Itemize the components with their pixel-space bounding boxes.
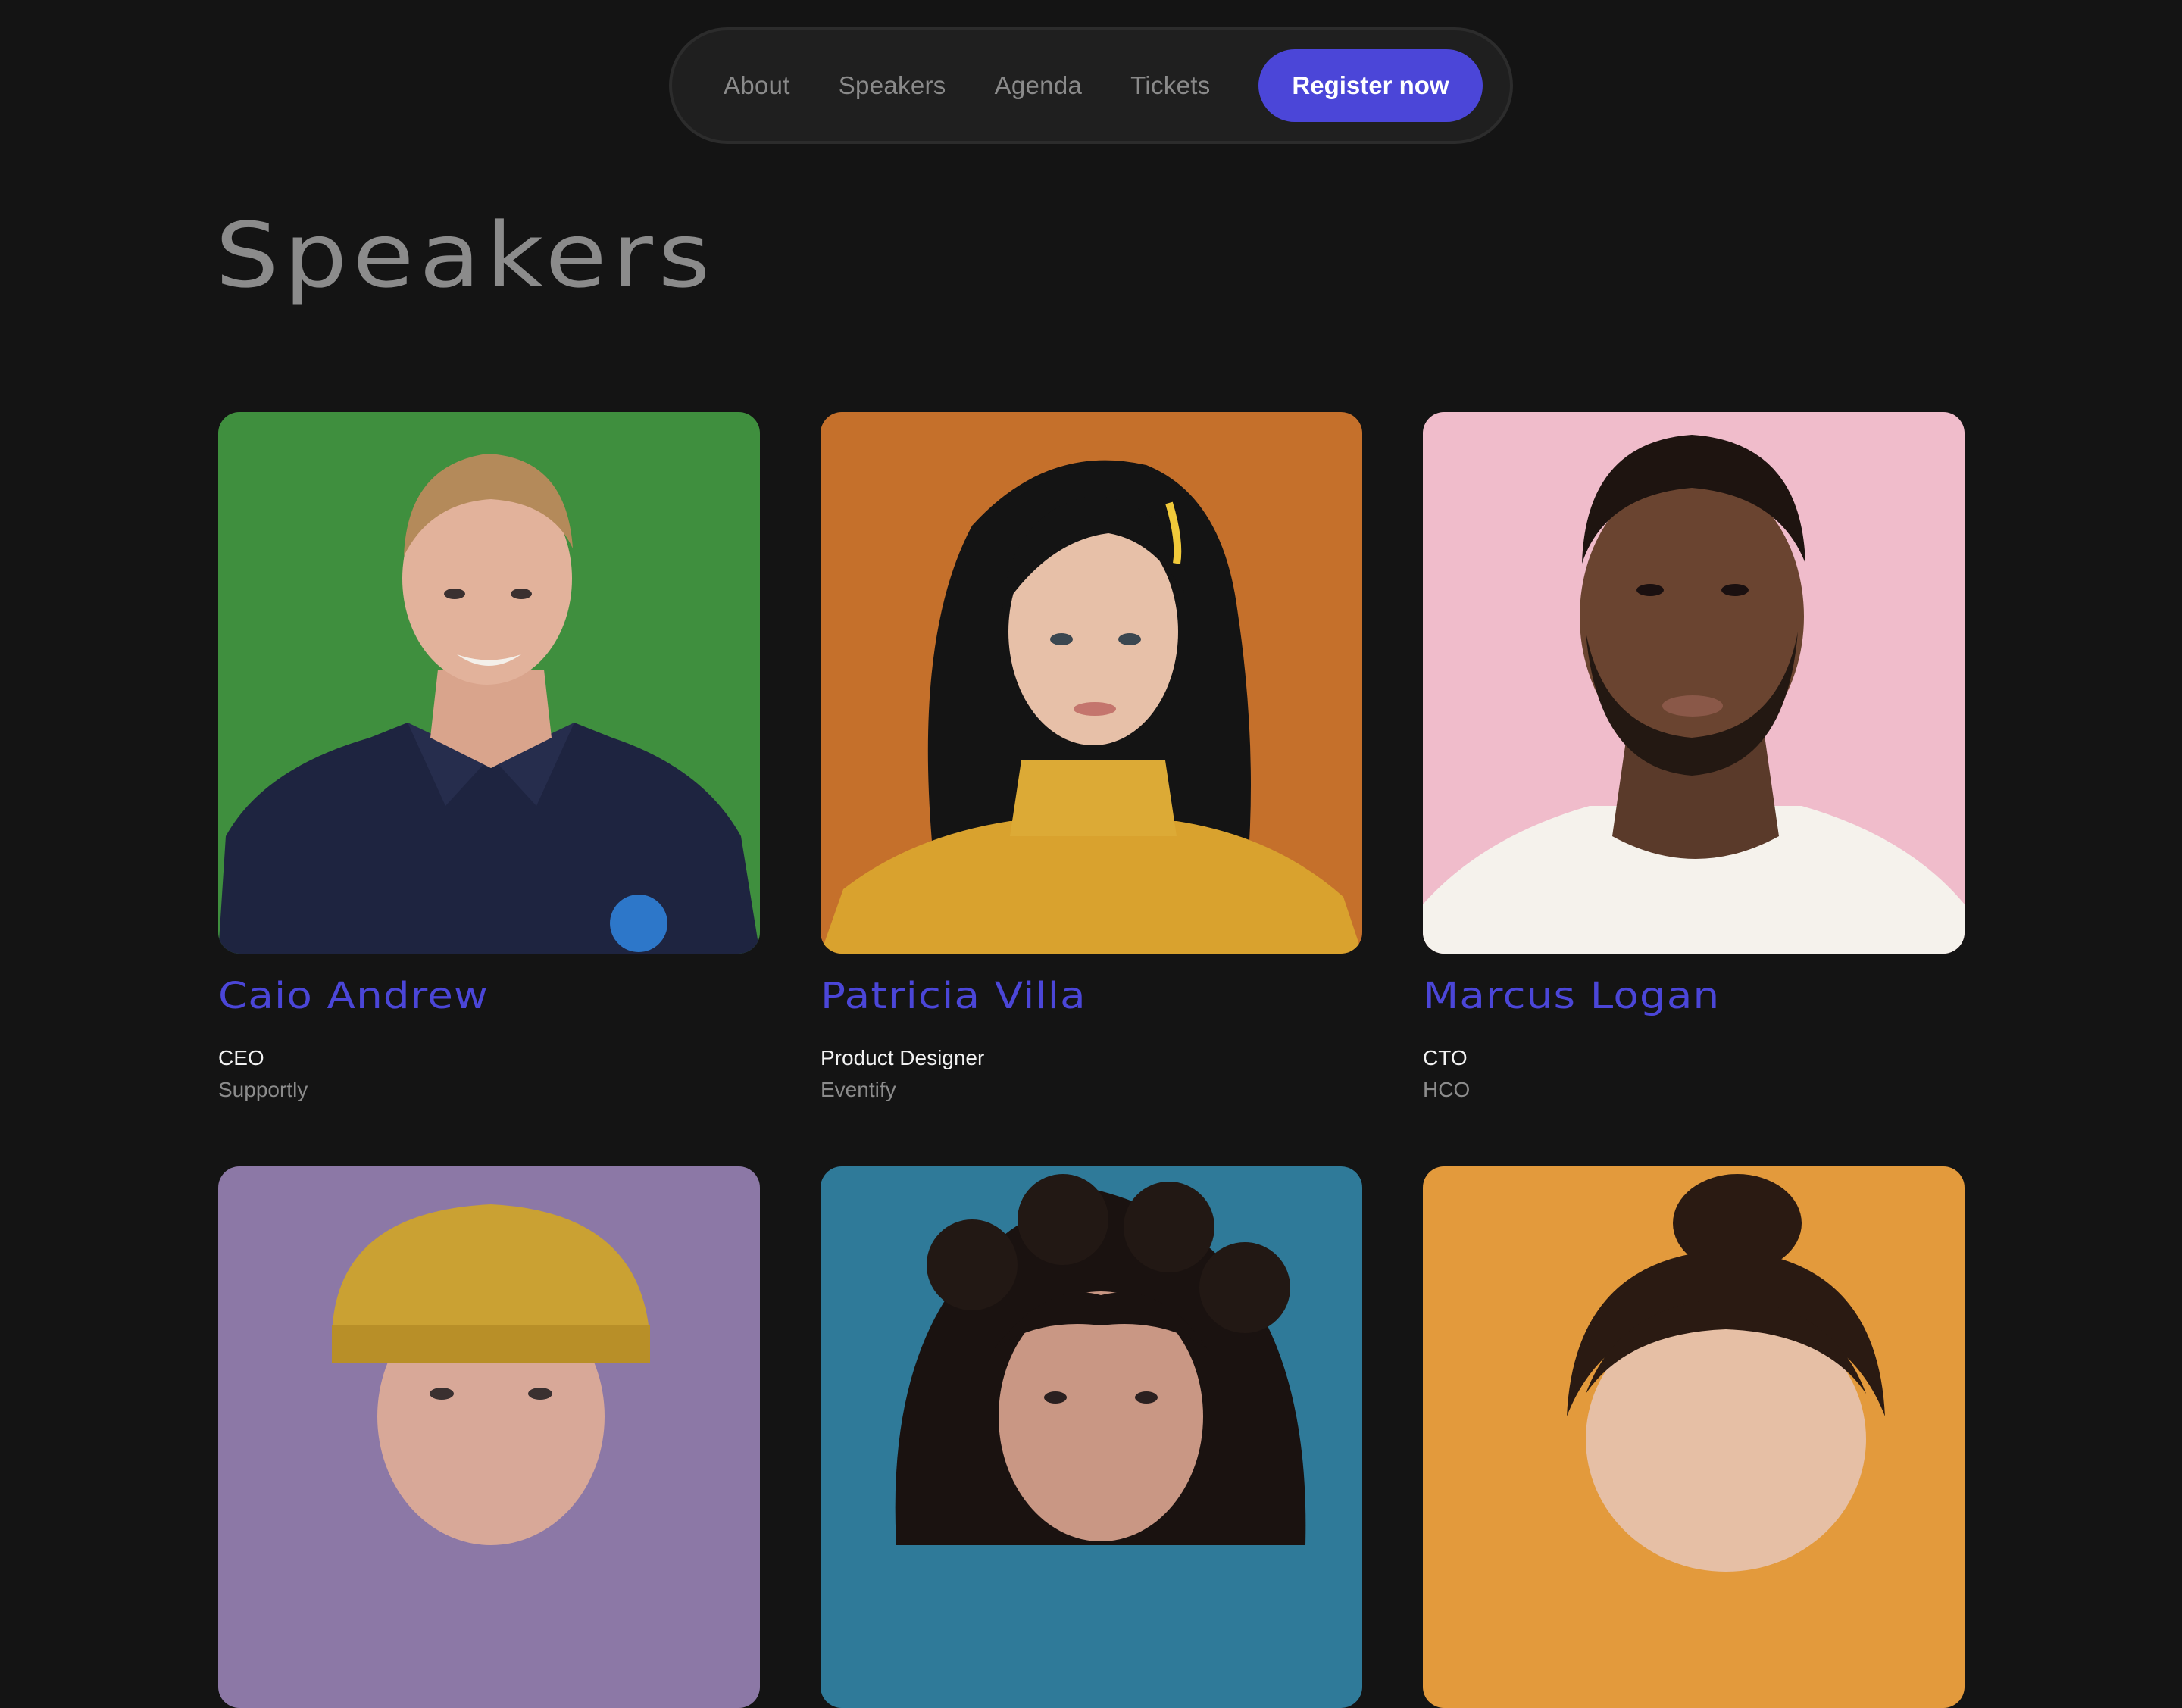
speakers-grid: Caio Andrew CEO Supportly Patricia Villa… bbox=[218, 412, 1965, 1708]
speaker-company: Supportly bbox=[218, 1078, 308, 1101]
speaker-photo bbox=[1423, 412, 1965, 954]
speaker-card[interactable]: Marcus Logan CTO HCO bbox=[1423, 412, 1965, 1166]
speaker-photo bbox=[218, 1166, 760, 1708]
register-now-button[interactable]: Register now bbox=[1258, 49, 1483, 122]
speaker-photo bbox=[1423, 1166, 1965, 1708]
speaker-photo bbox=[218, 412, 760, 954]
header: About Speakers Agenda Tickets Register n… bbox=[0, 0, 2182, 151]
speaker-name[interactable]: Marcus Logan bbox=[1423, 975, 2040, 1017]
page-title: Speakers bbox=[215, 203, 716, 308]
speaker-photo bbox=[821, 1166, 1362, 1708]
speaker-card[interactable]: Patricia Villa Product Designer Eventify bbox=[821, 412, 1362, 1166]
speaker-company: Eventify bbox=[821, 1078, 896, 1101]
speaker-name[interactable]: Caio Andrew bbox=[218, 975, 836, 1017]
speaker-role: CTO bbox=[1423, 1046, 1468, 1069]
nav-link-speakers[interactable]: Speakers bbox=[839, 71, 946, 100]
speaker-card[interactable] bbox=[1423, 1166, 1965, 1708]
speaker-photo bbox=[821, 412, 1362, 954]
top-nav: About Speakers Agenda Tickets Register n… bbox=[669, 27, 1513, 144]
speaker-role: CEO bbox=[218, 1046, 264, 1069]
speaker-role: Product Designer bbox=[821, 1046, 985, 1069]
nav-link-tickets[interactable]: Tickets bbox=[1130, 71, 1210, 100]
speaker-card[interactable]: Caio Andrew CEO Supportly bbox=[218, 412, 760, 1166]
nav-link-agenda[interactable]: Agenda bbox=[995, 71, 1083, 100]
nav-link-about[interactable]: About bbox=[724, 71, 790, 100]
speaker-name[interactable]: Patricia Villa bbox=[821, 975, 1438, 1017]
speaker-company: HCO bbox=[1423, 1078, 1471, 1101]
speaker-card[interactable] bbox=[218, 1166, 760, 1708]
speaker-card[interactable] bbox=[821, 1166, 1362, 1708]
